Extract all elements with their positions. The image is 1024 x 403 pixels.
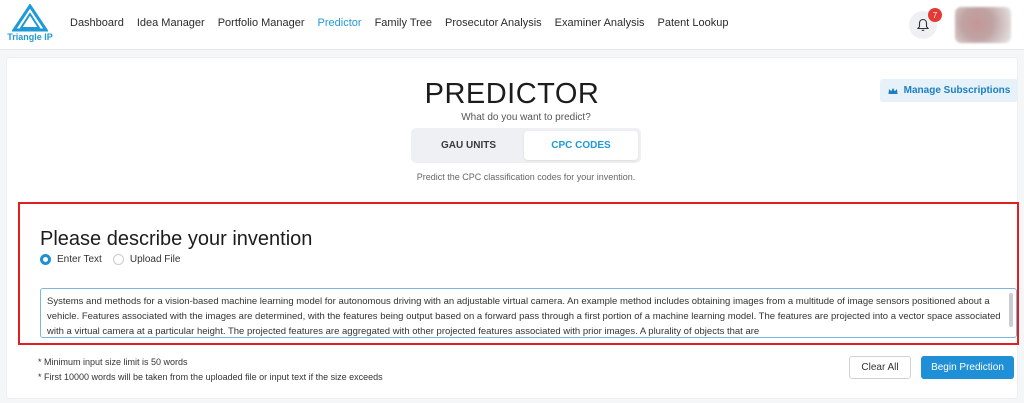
tab-gau-units[interactable]: GAU UNITS: [414, 131, 523, 160]
brand-logo[interactable]: Triangle IP: [4, 4, 56, 44]
prediction-type-toggle: GAU UNITS CPC CODES: [411, 128, 641, 163]
nav-item-examiner-analysis[interactable]: Examiner Analysis: [555, 17, 645, 29]
top-nav-bar: Triangle IP Dashboard Idea Manager Portf…: [0, 0, 1024, 50]
input-notes: * Minimum input size limit is 50 words *…: [38, 355, 383, 385]
prediction-hint: Predict the CPC classification codes for…: [416, 172, 636, 182]
brand-name: Triangle IP: [7, 32, 53, 42]
triangle-logo-icon: [12, 4, 48, 32]
note-max-words: * First 10000 words will be taken from t…: [38, 372, 383, 382]
crown-icon: [888, 87, 898, 94]
user-avatar[interactable]: [955, 7, 1011, 43]
nav-item-predictor[interactable]: Predictor: [318, 17, 362, 29]
begin-prediction-button[interactable]: Begin Prediction: [921, 356, 1014, 379]
upload-file-radio[interactable]: [112, 254, 124, 265]
invention-text-value: Systems and methods for a vision-based m…: [47, 296, 1001, 337]
page-subtitle: What do you want to predict?: [461, 112, 591, 123]
notification-count-badge: 7: [928, 8, 942, 22]
invention-section: Please describe your invention Enter Tex…: [18, 202, 1019, 345]
tab-cpc-codes[interactable]: CPC CODES: [524, 131, 638, 160]
page-title: PREDICTOR: [424, 78, 600, 110]
note-min-words: * Minimum input size limit is 50 words: [38, 357, 188, 367]
main-nav: Dashboard Idea Manager Portfolio Manager…: [70, 17, 728, 29]
bell-icon: [917, 18, 929, 32]
textarea-scrollbar[interactable]: [1009, 293, 1013, 327]
invention-title: Please describe your invention: [40, 228, 313, 250]
invention-text-input[interactable]: Systems and methods for a vision-based m…: [40, 288, 1017, 338]
nav-item-patent-lookup[interactable]: Patent Lookup: [658, 17, 729, 29]
clear-all-button[interactable]: Clear All: [849, 356, 911, 379]
nav-item-prosecutor-analysis[interactable]: Prosecutor Analysis: [445, 17, 542, 29]
nav-item-idea-manager[interactable]: Idea Manager: [137, 17, 205, 29]
enter-text-label[interactable]: Enter Text: [57, 254, 102, 265]
manage-subscriptions-button[interactable]: Manage Subscriptions: [880, 79, 1018, 102]
input-mode-group: Enter Text Upload File: [40, 254, 191, 265]
nav-item-family-tree[interactable]: Family Tree: [375, 17, 432, 29]
upload-file-label[interactable]: Upload File: [130, 254, 181, 265]
nav-item-dashboard[interactable]: Dashboard: [70, 17, 124, 29]
enter-text-radio[interactable]: [40, 254, 51, 265]
nav-item-portfolio-manager[interactable]: Portfolio Manager: [218, 17, 305, 29]
manage-subscriptions-label: Manage Subscriptions: [903, 85, 1011, 96]
